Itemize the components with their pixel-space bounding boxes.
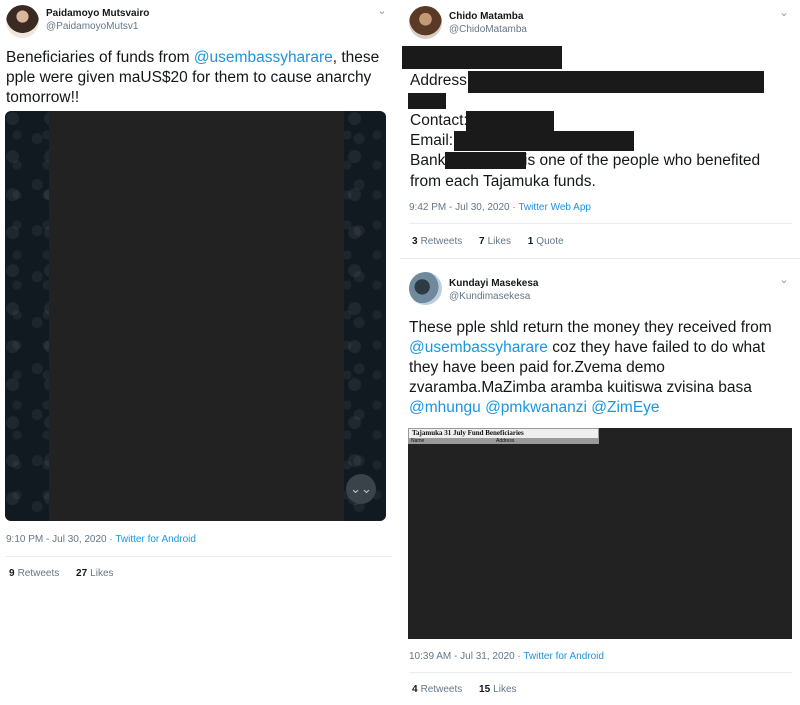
author-handle[interactable]: @Kundimasekesa <box>449 291 530 302</box>
retweets-count: 9 <box>9 568 15 579</box>
tweet-text: Beneficiaries of funds from @usembassyha… <box>6 48 386 108</box>
tweet-text-part: These pple shld return the money they re… <box>409 319 772 336</box>
redacted-block <box>445 152 526 169</box>
likes-count: 15 <box>479 684 491 695</box>
retweets-stat[interactable]: 9 Retweets <box>9 568 59 579</box>
likes-count: 7 <box>479 236 485 247</box>
mention-link[interactable]: @usembassyharare <box>409 339 548 356</box>
divider <box>6 556 392 557</box>
avatar[interactable] <box>409 272 442 305</box>
timestamp[interactable]: 10:39 AM - Jul 31, 2020 <box>409 651 515 662</box>
source-link[interactable]: Twitter Web App <box>518 202 591 213</box>
email-label: Email: <box>410 132 454 149</box>
retweets-label: Retweets <box>17 568 60 579</box>
document-column: Address <box>496 438 515 444</box>
source-link[interactable]: Twitter for Android <box>523 651 604 662</box>
retweets-stat[interactable]: 3 Retweets <box>412 236 462 247</box>
chevron-down-icon[interactable]: ⌄ <box>778 8 790 19</box>
mention-link[interactable]: @mhungu <box>409 399 481 416</box>
likes-stat[interactable]: 27 Likes <box>76 568 113 579</box>
chevron-down-icon[interactable]: ⌄ <box>778 275 790 286</box>
quotes-stat[interactable]: 1 Quote <box>528 236 564 247</box>
redacted-block <box>49 111 344 521</box>
retweets-label: Retweets <box>420 684 463 695</box>
tweet-stats: 9 Retweets 27 Likes <box>9 568 128 579</box>
likes-label: Likes <box>487 236 511 247</box>
mention-link[interactable]: @usembassyharare <box>194 49 333 66</box>
tweet-text-part: from each Tajamuka funds. <box>410 173 596 190</box>
tweet-meta: 9:42 PM - Jul 30, 2020 · Twitter Web App <box>409 202 591 213</box>
timestamp[interactable]: 9:42 PM - Jul 30, 2020 <box>409 202 510 213</box>
tweet-stats: 3 Retweets 7 Likes 1 Quote <box>412 236 578 247</box>
tweet-media-document[interactable]: Tajamuka 31 July Fund Beneficiaries Name… <box>408 428 792 639</box>
tweet-text: These pple shld return the money they re… <box>409 318 793 418</box>
redacted-block <box>454 131 634 151</box>
likes-count: 27 <box>76 568 88 579</box>
tweet-media-screenshot[interactable]: ⌄⌄ <box>5 111 386 521</box>
redacted-block <box>466 111 554 131</box>
document-title: Tajamuka 31 July Fund Beneficiaries <box>412 429 524 437</box>
likes-label: Likes <box>90 568 114 579</box>
divider <box>409 223 792 224</box>
avatar[interactable] <box>409 6 442 39</box>
bank-suffix-text: is one of the people who benefited <box>524 152 761 169</box>
timestamp[interactable]: 9:10 PM - Jul 30, 2020 <box>6 534 107 545</box>
likes-stat[interactable]: 7 Likes <box>479 236 511 247</box>
document-header: Tajamuka 31 July Fund Beneficiaries Name… <box>408 428 599 444</box>
divider <box>409 672 792 673</box>
redacted-block <box>402 46 562 69</box>
mention-link[interactable]: @pmkwananzi <box>485 399 587 416</box>
redacted-block <box>468 71 764 93</box>
retweets-stat[interactable]: 4 Retweets <box>412 684 462 695</box>
author-name[interactable]: Chido Matamba <box>449 11 523 22</box>
likes-label: Likes <box>493 684 517 695</box>
redacted-block <box>408 93 446 109</box>
retweets-label: Retweets <box>420 236 463 247</box>
contact-label: Contact: <box>410 112 468 129</box>
tweet-text-part: Beneficiaries of funds from <box>6 49 194 66</box>
retweets-count: 3 <box>412 236 418 247</box>
author-name[interactable]: Paidamoyo Mutsvairo <box>46 8 149 19</box>
source-link[interactable]: Twitter for Android <box>115 534 196 545</box>
author-name[interactable]: Kundayi Masekesa <box>449 278 539 289</box>
address-label: Address: <box>410 72 472 89</box>
tweet-meta: 9:10 PM - Jul 30, 2020 · Twitter for And… <box>6 534 196 545</box>
quotes-label: Quote <box>536 236 564 247</box>
tweet-meta: 10:39 AM - Jul 31, 2020 · Twitter for An… <box>409 651 604 662</box>
bank-label: Bank: <box>410 152 450 169</box>
quotes-count: 1 <box>527 236 534 247</box>
chevron-down-icon[interactable]: ⌄ <box>376 6 388 17</box>
author-handle[interactable]: @PaidamoyoMutsv1 <box>46 21 138 32</box>
document-column: Name <box>411 438 425 444</box>
divider <box>400 258 800 259</box>
author-handle[interactable]: @ChidoMatamba <box>449 24 527 35</box>
mention-link[interactable]: @ZimEye <box>591 399 659 416</box>
scroll-down-icon[interactable]: ⌄⌄ <box>346 474 376 504</box>
tweet-stats: 4 Retweets 15 Likes <box>412 684 531 695</box>
retweets-count: 4 <box>412 684 418 695</box>
likes-stat[interactable]: 15 Likes <box>479 684 516 695</box>
avatar[interactable] <box>6 5 39 38</box>
